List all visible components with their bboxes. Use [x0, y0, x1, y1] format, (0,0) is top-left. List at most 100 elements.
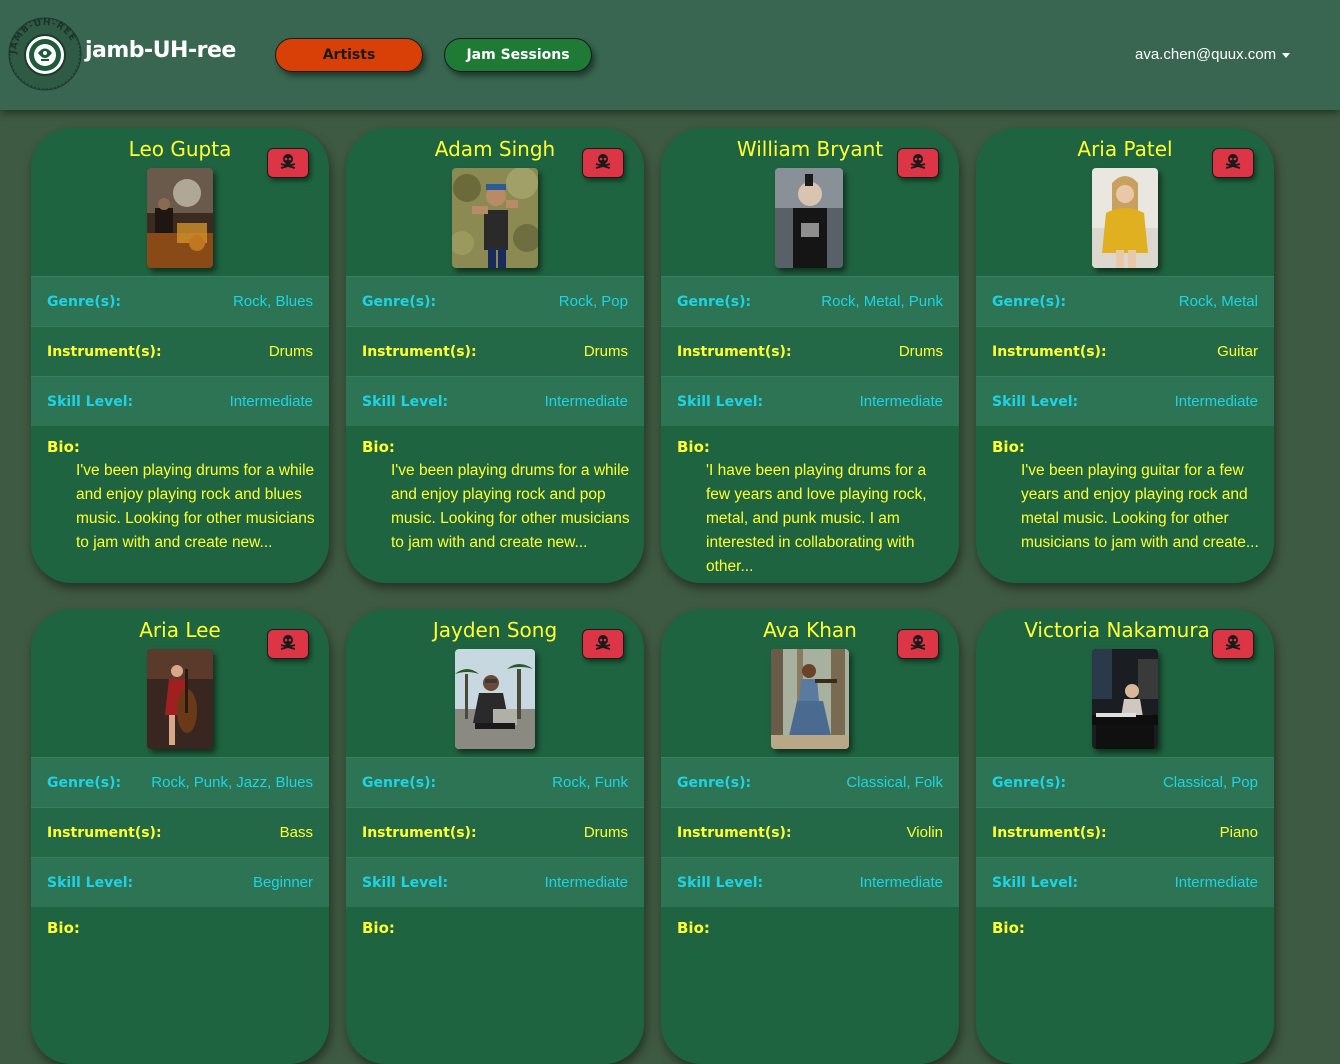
artist-card[interactable]: William Bryant Genre(s): Rock, Metal, Pu…: [661, 128, 959, 583]
skill-label: Skill Level:: [362, 874, 449, 891]
skill-row: Skill Level: Intermediate: [661, 376, 959, 426]
artists-nav-button[interactable]: Artists: [275, 38, 423, 72]
skull-crossbones-icon: [279, 153, 297, 174]
skill-row: Skill Level: Intermediate: [976, 857, 1274, 907]
skill-label: Skill Level:: [47, 393, 134, 410]
instrument-label: Instrument(s):: [992, 824, 1107, 841]
instrument-row: Instrument(s): Drums: [31, 326, 329, 376]
instrument-row: Instrument(s): Bass: [31, 807, 329, 857]
artist-card[interactable]: Aria Patel Genre(s): Rock, Metal Instrum…: [976, 128, 1274, 583]
genre-label: Genre(s):: [992, 293, 1067, 310]
skull-crossbones-icon: [594, 153, 612, 174]
delete-artist-button[interactable]: [582, 148, 624, 178]
artists-nav-label: Artists: [322, 47, 376, 63]
genre-label: Genre(s):: [677, 293, 752, 310]
genre-label: Genre(s):: [362, 774, 437, 791]
delete-artist-button[interactable]: [1212, 629, 1254, 659]
genre-value: Rock, Pop: [558, 293, 628, 310]
skill-value: Intermediate: [1174, 874, 1258, 891]
navbar: JAMB-UH-REE jamb-UH-ree Artists Jam Sess…: [0, 0, 1340, 110]
genre-row: Genre(s): Rock, Metal: [976, 276, 1274, 326]
artist-bio-text: I've been playing guitar for a few years…: [1021, 462, 1259, 551]
skill-label: Skill Level:: [992, 393, 1079, 410]
artist-card[interactable]: Aria Lee Genre(s): Rock, Punk, Jazz, Blu…: [31, 609, 329, 1064]
skill-row: Skill Level: Intermediate: [346, 857, 644, 907]
skull-crossbones-icon: [1224, 634, 1242, 655]
delete-artist-button[interactable]: [267, 629, 309, 659]
skull-crossbones-icon: [1224, 153, 1242, 174]
instrument-row: Instrument(s): Drums: [346, 326, 644, 376]
genre-value: Rock, Blues: [232, 293, 313, 310]
instrument-row: Instrument(s): Drums: [661, 326, 959, 376]
skill-label: Skill Level:: [677, 393, 764, 410]
skill-value: Intermediate: [859, 874, 943, 891]
jam-sessions-nav-label: Jam Sessions: [466, 47, 570, 63]
bio-label: Bio:: [992, 438, 1025, 456]
genre-row: Genre(s): Rock, Blues: [31, 276, 329, 326]
delete-artist-button[interactable]: [897, 148, 939, 178]
brand-title[interactable]: jamb-UH-ree: [85, 38, 236, 63]
skull-crossbones-icon: [909, 153, 927, 174]
artist-bio-text: 'I have been playing drums for a few yea…: [706, 462, 927, 575]
skill-row: Skill Level: Intermediate: [976, 376, 1274, 426]
instrument-value: Guitar: [1217, 343, 1258, 360]
skill-value: Intermediate: [229, 393, 313, 410]
delete-artist-button[interactable]: [1212, 148, 1254, 178]
instrument-label: Instrument(s):: [677, 824, 792, 841]
artist-card[interactable]: Adam Singh Genre(s): Rock, Pop Instrumen…: [346, 128, 644, 583]
instrument-value: Violin: [906, 824, 943, 841]
artist-card[interactable]: Victoria Nakamura Genre(s): Classical, P…: [976, 609, 1274, 1064]
brand-logo-seal[interactable]: JAMB-UH-REE: [8, 17, 82, 91]
instrument-label: Instrument(s):: [362, 343, 477, 360]
bio-label: Bio:: [677, 919, 710, 937]
skill-value: Intermediate: [859, 393, 943, 410]
bio-label: Bio:: [47, 919, 80, 937]
artist-photo: [775, 168, 843, 268]
genre-row: Genre(s): Rock, Metal, Punk: [661, 276, 959, 326]
skill-value: Beginner: [252, 874, 313, 891]
artist-photo: [455, 649, 535, 749]
skull-crossbones-icon: [909, 634, 927, 655]
genre-label: Genre(s):: [362, 293, 437, 310]
skill-label: Skill Level:: [47, 874, 134, 891]
artist-card[interactable]: Ava Khan Genre(s): Classical, Folk Instr…: [661, 609, 959, 1064]
instrument-label: Instrument(s):: [992, 343, 1107, 360]
jam-sessions-nav-button[interactable]: Jam Sessions: [444, 38, 592, 72]
genre-row: Genre(s): Rock, Punk, Jazz, Blues: [31, 757, 329, 807]
bio-label: Bio:: [362, 438, 395, 456]
instrument-row: Instrument(s): Piano: [976, 807, 1274, 857]
delete-artist-button[interactable]: [897, 629, 939, 659]
genre-value: Rock, Metal, Punk: [821, 293, 943, 310]
delete-artist-button[interactable]: [582, 629, 624, 659]
caret-down-icon: [1282, 52, 1291, 58]
skull-crossbones-icon: [279, 634, 297, 655]
genre-row: Genre(s): Rock, Pop: [346, 276, 644, 326]
bio-label: Bio:: [47, 438, 80, 456]
instrument-value: Bass: [279, 824, 313, 841]
artist-card[interactable]: Jayden Song Genre(s): Rock, Funk Instrum…: [346, 609, 644, 1064]
instrument-row: Instrument(s): Guitar: [976, 326, 1274, 376]
user-account-dropdown[interactable]: ava.chen@quux.com: [1135, 46, 1291, 63]
artist-photo: [1092, 168, 1158, 268]
genre-label: Genre(s):: [992, 774, 1067, 791]
genre-value: Rock, Punk, Jazz, Blues: [151, 774, 313, 791]
artist-card[interactable]: Leo Gupta Genre(s): Rock, Blues Instrume…: [31, 128, 329, 583]
skill-row: Skill Level: Intermediate: [31, 376, 329, 426]
skill-label: Skill Level:: [992, 874, 1079, 891]
artist-bio-text: I've been playing drums for a while and …: [76, 462, 315, 551]
genre-row: Genre(s): Classical, Folk: [661, 757, 959, 807]
instrument-row: Instrument(s): Drums: [346, 807, 644, 857]
skill-row: Skill Level: Intermediate: [661, 857, 959, 907]
skull-crossbones-icon: [594, 634, 612, 655]
instrument-value: Drums: [898, 343, 943, 360]
genre-value: Rock, Metal: [1178, 293, 1258, 310]
instrument-label: Instrument(s):: [677, 343, 792, 360]
bio-label: Bio:: [362, 919, 395, 937]
skill-value: Intermediate: [544, 393, 628, 410]
instrument-row: Instrument(s): Violin: [661, 807, 959, 857]
skill-row: Skill Level: Intermediate: [346, 376, 644, 426]
artist-photo: [147, 168, 213, 268]
user-email: ava.chen@quux.com: [1135, 46, 1277, 63]
instrument-label: Instrument(s):: [47, 824, 162, 841]
delete-artist-button[interactable]: [267, 148, 309, 178]
